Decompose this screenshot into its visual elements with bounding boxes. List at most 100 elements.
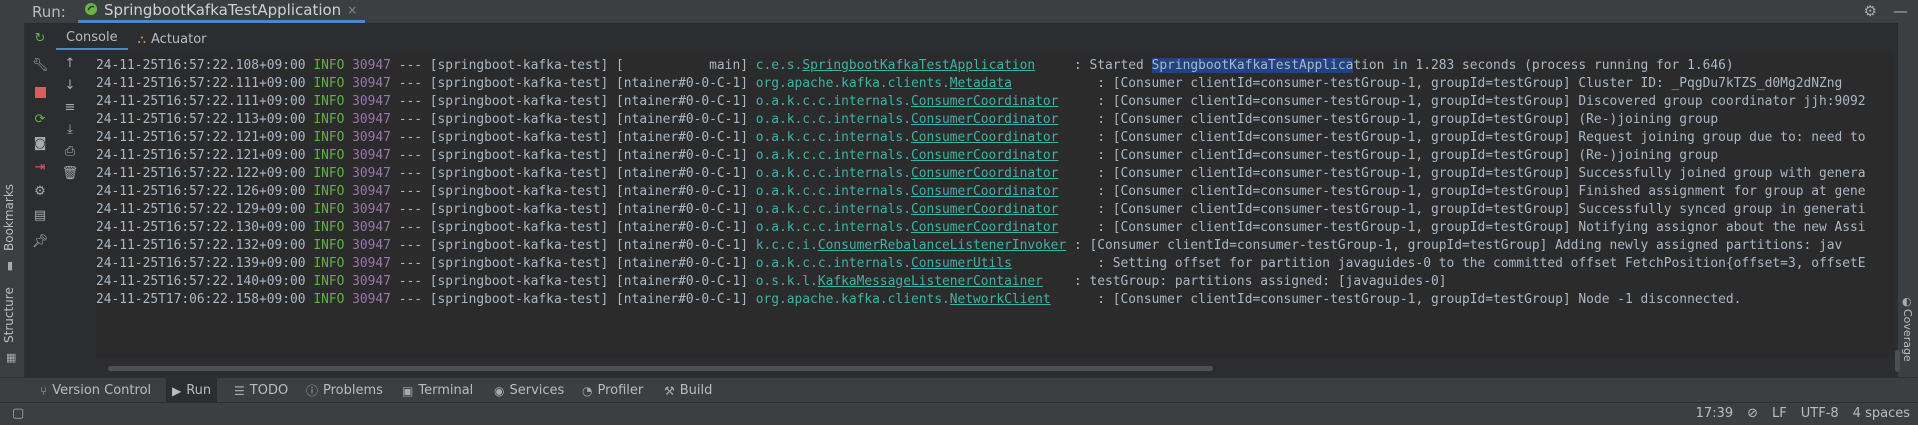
log-logger-link[interactable]: ConsumerCoordinator	[911, 130, 1058, 145]
camera-icon[interactable]: ◙	[29, 132, 51, 154]
tab-profiler[interactable]: ◔ Profiler	[582, 378, 643, 403]
log-pid: 30947	[352, 202, 391, 217]
log-logger-link-wrap[interactable]: ConsumerCoordinator	[911, 166, 1058, 181]
tab-terminal[interactable]: ▣ Terminal	[402, 378, 473, 403]
gear-icon[interactable]: ⚙	[1864, 2, 1877, 20]
log-message: : Setting offset for partition javaguide…	[1097, 256, 1866, 271]
log-logger-pad	[1058, 112, 1097, 127]
log-app-name: [springboot-kafka-test]	[429, 220, 609, 235]
caret-position[interactable]: 17:39	[1696, 406, 1733, 421]
log-logger-link[interactable]: ConsumerRebalanceListenerInvoker	[818, 238, 1066, 253]
print-icon[interactable]: ⎙	[59, 140, 81, 162]
arrow-down-icon[interactable]: ↓	[59, 74, 81, 96]
log-pid: 30947	[352, 184, 391, 199]
bookmarks-tab[interactable]: Bookmarks	[2, 184, 16, 251]
trash-icon[interactable]: 🗑︎	[59, 162, 81, 184]
coverage-tab[interactable]: Coverage	[1901, 309, 1914, 362]
log-app-name: [springboot-kafka-test]	[429, 130, 609, 145]
tab-build[interactable]: ⚒ Build	[664, 378, 712, 403]
log-logger-link-wrap[interactable]: ConsumerRebalanceListenerInvoker	[818, 238, 1066, 253]
git-off-icon[interactable]: ⊘	[1747, 406, 1758, 421]
vertical-scrollbar[interactable]	[1895, 350, 1900, 372]
console-output[interactable]: 24-11-25T16:57:22.108+09:00 INFO 30947 -…	[96, 52, 1894, 358]
tab-label: Problems	[323, 383, 383, 398]
tab-actuator[interactable]: ⛬ Actuator	[128, 32, 217, 50]
soft-wrap-icon[interactable]: ≡	[59, 96, 81, 118]
log-logger-link[interactable]: ConsumerCoordinator	[911, 148, 1058, 163]
tab-services[interactable]: ◉ Services	[494, 378, 564, 403]
log-logger-link[interactable]: ConsumerCoordinator	[911, 184, 1058, 199]
log-logger-link-wrap[interactable]: ConsumerCoordinator	[911, 112, 1058, 127]
log-logger-link[interactable]: ConsumerCoordinator	[911, 202, 1058, 217]
log-logger-link[interactable]: ConsumerCoordinator	[911, 112, 1058, 127]
log-app-name: [springboot-kafka-test]	[429, 76, 609, 91]
file-encoding[interactable]: UTF-8	[1801, 406, 1839, 421]
log-separator: ---	[398, 274, 422, 289]
stop-icon[interactable]	[29, 81, 51, 103]
log-logger-link-wrap[interactable]: SpringbootKafkaTestApplication	[802, 58, 1035, 73]
log-logger-link[interactable]: SpringbootKafkaTestApplication	[802, 58, 1035, 73]
log-timestamp: 24-11-25T16:57:22.126+09:00	[96, 184, 306, 199]
log-thread: [ntainer#0-0-C-1]	[616, 292, 748, 307]
indent-setting[interactable]: 4 spaces	[1853, 406, 1910, 421]
log-pid: 30947	[352, 94, 391, 109]
structure-tab[interactable]: Structure	[2, 287, 16, 343]
toggle-toolwindows-icon[interactable]: ▢	[12, 406, 24, 421]
log-separator: ---	[398, 220, 422, 235]
line-separator[interactable]: LF	[1772, 406, 1787, 421]
log-logger-link-wrap[interactable]: ConsumerUtils	[911, 256, 1012, 271]
log-timestamp: 24-11-25T16:57:22.129+09:00	[96, 202, 306, 217]
log-message: : [Consumer clientId=consumer-testGroup-…	[1097, 130, 1866, 145]
exit-icon[interactable]: ⇥	[29, 156, 51, 178]
tab-label: Build	[679, 383, 713, 398]
log-logger-link[interactable]: ConsumerCoordinator	[911, 220, 1058, 235]
rerun-icon[interactable]: ↻	[29, 27, 51, 49]
run-subtabs: Console ⛬ Actuator	[56, 28, 217, 50]
log-logger-link[interactable]: ConsumerUtils	[911, 256, 1012, 271]
log-logger-link-wrap[interactable]: ConsumerCoordinator	[911, 130, 1058, 145]
log-logger-prefix: o.a.k.c.c.internals.	[755, 94, 911, 109]
log-logger-link-wrap[interactable]: ConsumerCoordinator	[911, 202, 1058, 217]
log-logger-pad	[1066, 238, 1074, 253]
settings-icon[interactable]: ⚙	[29, 180, 51, 202]
log-logger-link-wrap[interactable]: Metadata	[950, 76, 1012, 91]
tab-problems[interactable]: ⓘ Problems	[306, 378, 383, 403]
close-tab-icon[interactable]: ×	[347, 3, 357, 17]
log-logger-link-wrap[interactable]: NetworkClient	[950, 292, 1051, 307]
log-logger-link[interactable]: ConsumerCoordinator	[911, 166, 1058, 181]
log-logger-link[interactable]: KafkaMessageListenerContainer	[818, 274, 1043, 289]
log-level: INFO	[313, 112, 345, 127]
tab-run[interactable]: ▶ Run	[166, 378, 218, 403]
tab-todo[interactable]: ☰ TODO	[234, 378, 288, 403]
layout-icon[interactable]: ▤	[29, 204, 51, 226]
log-logger-link-wrap[interactable]: KafkaMessageListenerContainer	[818, 274, 1043, 289]
wrench-icon[interactable]: 🔧︎	[29, 54, 51, 76]
run-config-tab[interactable]: SpringbootKafkaTestApplication ×	[78, 0, 366, 23]
log-logger-link-wrap[interactable]: ConsumerCoordinator	[911, 148, 1058, 163]
tab-version-control[interactable]: ⑂ Version Control	[40, 378, 151, 403]
log-logger-link-wrap[interactable]: ConsumerCoordinator	[911, 184, 1058, 199]
arrow-up-icon[interactable]: ↑	[59, 52, 81, 74]
log-logger-link-wrap[interactable]: ConsumerCoordinator	[911, 94, 1058, 109]
log-timestamp: 24-11-25T17:06:22.158+09:00	[96, 292, 306, 307]
horizontal-scrollbar[interactable]	[108, 366, 1213, 371]
pin-icon[interactable]: 📌︎	[29, 230, 51, 252]
log-timestamp: 24-11-25T16:57:22.111+09:00	[96, 76, 306, 91]
structure-icon[interactable]: ▦	[6, 351, 16, 364]
log-separator: ---	[398, 112, 422, 127]
log-timestamp: 24-11-25T16:57:22.111+09:00	[96, 94, 306, 109]
coverage-icon[interactable]: ◐	[1902, 295, 1912, 308]
log-logger-link[interactable]: NetworkClient	[950, 292, 1051, 307]
tab-label: TODO	[249, 383, 289, 398]
log-logger-link[interactable]: ConsumerCoordinator	[911, 94, 1058, 109]
restart-icon[interactable]: ⟳	[29, 108, 51, 130]
log-logger-link-wrap[interactable]: ConsumerCoordinator	[911, 220, 1058, 235]
problems-icon: ⓘ	[306, 384, 319, 398]
minimize-icon[interactable]: —	[1893, 2, 1908, 20]
log-level: INFO	[313, 220, 345, 235]
log-logger-link[interactable]: Metadata	[950, 76, 1012, 91]
scroll-to-end-icon[interactable]: ⤓	[59, 118, 81, 140]
bookmark-icon[interactable]: ▮	[7, 259, 13, 272]
log-level: INFO	[313, 58, 345, 73]
tab-console[interactable]: Console	[56, 30, 128, 50]
